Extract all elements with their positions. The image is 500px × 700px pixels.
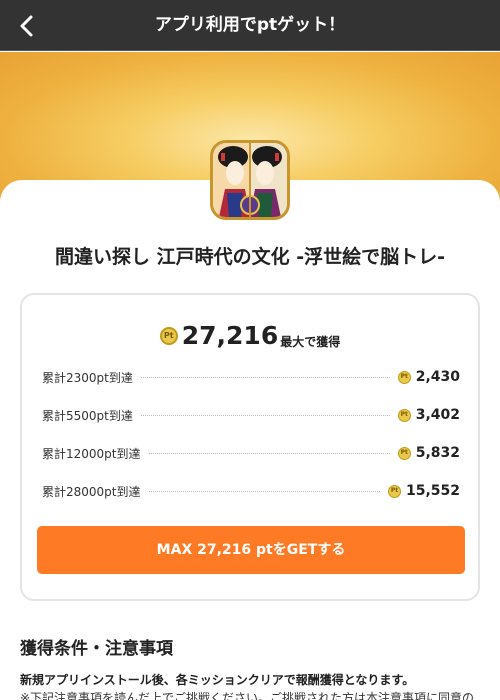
milestone-points: 3,402 (415, 407, 460, 423)
reward-card: Pt 27,216 最大で獲得 累計2300pt到達 Pt 2,430 累計5500… (20, 293, 480, 601)
milestone-points: 5,832 (415, 445, 460, 461)
point-coin-icon: Pt (397, 408, 411, 422)
point-coin-icon: Pt (397, 370, 411, 384)
milestone-label: 累計28000pt到達 (42, 484, 141, 499)
app-title: 間違い探し 江戸時代の文化 -浮世絵で脳トレ- (54, 246, 445, 268)
milestone-row: 累計2300pt到達 Pt 2,430 (42, 367, 460, 387)
ukiyoe-app-icon (210, 140, 290, 220)
point-coin-icon: Pt (387, 484, 401, 498)
conditions-note: ※下記注意事項を読んだ上でご挑戦ください。ご挑戦された方は本注意事項に同意の (20, 691, 475, 700)
milestone-label: 累計12000pt到達 (42, 446, 141, 461)
total-points-suffix: 最大で獲得 (280, 335, 341, 349)
dotted-divider (140, 414, 390, 416)
milestone-points: 2,430 (415, 369, 460, 385)
point-coin-icon: Pt (397, 446, 411, 460)
total-points: Pt 27,216 最大で獲得 (22, 321, 478, 350)
milestone-label: 累計5500pt到達 (42, 408, 133, 423)
dotted-divider (148, 452, 390, 454)
milestone-row: 累計28000pt到達 Pt 15,552 (42, 481, 460, 501)
page-title: アプリ利用でptゲット！ (154, 15, 346, 35)
milestone-points: 15,552 (405, 483, 460, 499)
dotted-divider (140, 376, 390, 378)
point-coin-icon: Pt (159, 326, 178, 345)
dotted-divider (148, 490, 380, 492)
milestone-row: 累計5500pt到達 Pt 3,402 (42, 405, 460, 425)
milestone-label: 累計2300pt到達 (42, 370, 133, 385)
milestone-row: 累計12000pt到達 Pt 5,832 (42, 443, 460, 463)
top-navigation-bar: アプリ利用でptゲット！ (0, 0, 500, 51)
total-points-value: 27,216 (181, 321, 279, 350)
conditions-notice: 新規アプリインストール後、各ミッションクリアで報酬獲得となります。 (20, 673, 415, 687)
get-points-button[interactable]: MAX 27,216 ptをGETする (37, 526, 465, 574)
conditions-heading: 獲得条件・注意事項 (20, 639, 173, 659)
